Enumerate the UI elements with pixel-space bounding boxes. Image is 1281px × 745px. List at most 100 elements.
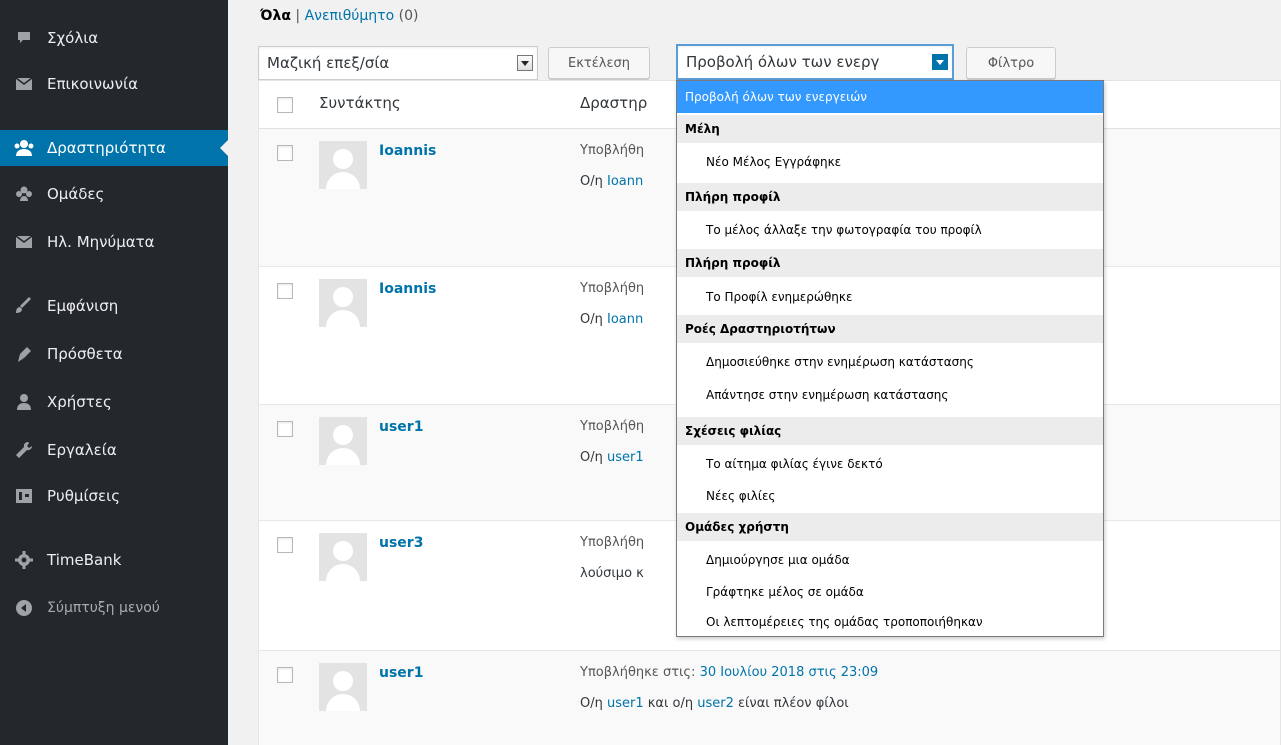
author-link[interactable]: Ioannis <box>379 281 436 297</box>
collapse-menu-button[interactable]: Σύμπτυξη μενού <box>0 590 228 626</box>
filter-option-all[interactable]: Προβολή όλων των ενεργειών <box>677 81 1103 113</box>
sidebar-item-activity[interactable]: Δραστηριότητα <box>0 130 228 166</box>
filter-option[interactable]: Νέο Μέλος Εγγράφηκε <box>677 145 1103 178</box>
gear-icon <box>14 550 34 570</box>
user-link[interactable]: Ioann <box>607 312 643 327</box>
sidebar-item-label: Πρόσθετα <box>47 345 123 363</box>
avatar <box>319 417 367 465</box>
filter-option[interactable]: Δημοσιεύθηκε στην ενημέρωση κατάστασης <box>677 345 1103 378</box>
sidebar-item-label: Χρήστες <box>47 393 112 411</box>
row-checkbox[interactable] <box>277 537 293 553</box>
mail-icon <box>14 232 34 252</box>
activity-description: Ο/η user1 και ο/η user2 είναι πλέον φίλο… <box>580 696 849 711</box>
table-row: user1 Υποβλήθηκε στις: 30 Ιουλίου 2018 σ… <box>259 651 1280 745</box>
filter-option[interactable]: Το Προφίλ ενημερώθηκε <box>677 280 1103 313</box>
users-icon <box>14 392 34 412</box>
row-checkbox[interactable] <box>277 421 293 437</box>
filter-group-header: Μέλη <box>677 115 1103 143</box>
submitted-date: Υποβλήθη <box>580 419 645 434</box>
sidebar-item-label: Επικοινωνία <box>47 75 138 93</box>
envelope-icon <box>14 74 34 94</box>
sidebar-item-contact[interactable]: Επικοινωνία <box>0 66 228 102</box>
filter-option[interactable]: Το μέλος άλλαξε την φωτογραφία του προφί… <box>677 213 1103 246</box>
sidebar-item-label: Δραστηριότητα <box>47 139 166 157</box>
filter-option[interactable]: Νέες φιλίες <box>677 479 1103 512</box>
row-checkbox[interactable] <box>277 667 293 683</box>
sidebar-item-plugins[interactable]: Πρόσθετα <box>0 336 228 372</box>
bulk-action-value: Μαζική επεξ/σία <box>267 54 390 72</box>
collapse-icon <box>14 598 34 618</box>
author-link[interactable]: user3 <box>379 535 423 551</box>
filter-group-header: Ροές Δραστηριοτήτων <box>677 315 1103 343</box>
sidebar-item-label: Σχόλια <box>47 29 99 47</box>
select-all-checkbox[interactable] <box>277 97 293 113</box>
filter-group-header: Σχέσεις φιλίας <box>677 417 1103 445</box>
user-link[interactable]: user1 <box>607 696 644 711</box>
view-filters: Όλα | Ανεπιθύμητο (0) <box>260 8 418 24</box>
avatar <box>319 663 367 711</box>
sidebar-item-label: TimeBank <box>47 551 122 569</box>
sidebar-item-label: Σύμπτυξη μενού <box>47 600 160 616</box>
sidebar-item-users[interactable]: Χρήστες <box>0 384 228 420</box>
view-all-link[interactable]: Όλα <box>260 8 291 24</box>
filter-option[interactable]: Γράφτηκε μέλος σε ομάδα <box>677 575 1103 608</box>
author-link[interactable]: user1 <box>379 419 423 435</box>
avatar <box>319 533 367 581</box>
settings-icon <box>14 486 34 506</box>
filter-option[interactable]: Οι λεπτομέρειες της ομάδας τροποποιήθηκα… <box>677 605 1103 638</box>
activity-description: λούσιμο κ <box>580 566 644 581</box>
groups-icon <box>14 184 34 204</box>
filter-option[interactable]: Απάντησε στην ενημέρωση κατάστασης <box>677 378 1103 411</box>
apply-button[interactable]: Εκτέλεση <box>548 47 650 79</box>
chevron-down-icon <box>517 55 533 71</box>
sidebar-item-label: Εμφάνιση <box>47 297 119 315</box>
activity-filter-select[interactable]: Προβολή όλων των ενεργ <box>676 44 954 80</box>
sidebar-item-label: Ηλ. Μηνύματα <box>47 233 155 251</box>
sidebar-item-appearance[interactable]: Εμφάνιση <box>0 288 228 324</box>
wrench-icon <box>14 440 34 460</box>
comment-icon <box>14 28 34 48</box>
filter-option[interactable]: Το αίτημα φιλίας έγινε δεκτό <box>677 447 1103 480</box>
filter-option[interactable]: Δημιούργησε μια ομάδα <box>677 543 1103 576</box>
paintbrush-icon <box>14 296 34 316</box>
sidebar-item-label: Εργαλεία <box>47 441 117 459</box>
chevron-down-icon <box>932 54 948 70</box>
submitted-date: Υποβλήθη <box>580 535 645 550</box>
avatar <box>319 141 367 189</box>
submitted-date: Υποβλήθηκε στις: 30 Ιουλίου 2018 στις 23… <box>580 665 879 680</box>
activity-description: Ο/η Ioann <box>580 174 644 189</box>
sidebar-item-label: Ομάδες <box>47 185 105 203</box>
sidebar-item-groups[interactable]: Ομάδες <box>0 176 228 212</box>
view-separator: | <box>295 8 301 24</box>
sidebar-item-comments[interactable]: Σχόλια <box>0 20 228 56</box>
sidebar-item-messages[interactable]: Ηλ. Μηνύματα <box>0 224 228 260</box>
sidebar-item-settings[interactable]: Ρυθμίσεις <box>0 478 228 514</box>
filter-group-header: Ομάδες χρήστη <box>677 513 1103 541</box>
row-checkbox[interactable] <box>277 145 293 161</box>
activity-description: Ο/η Ioann <box>580 312 644 327</box>
sidebar-item-timebank[interactable]: TimeBank <box>0 542 228 578</box>
user-link[interactable]: Ioann <box>607 174 643 189</box>
user-link[interactable]: user1 <box>607 450 644 465</box>
filter-group-header: Πλήρη προφίλ <box>677 249 1103 277</box>
plugin-icon <box>14 344 34 364</box>
author-link[interactable]: Ioannis <box>379 143 436 159</box>
column-header-activity[interactable]: Δραστηρ <box>580 94 647 112</box>
permalink-date-link[interactable]: 30 Ιουλίου 2018 στις 23:09 <box>700 665 879 680</box>
bulk-action-select[interactable]: Μαζική επεξ/σία <box>258 46 538 80</box>
activity-filter-value: Προβολή όλων των ενεργ <box>686 53 880 71</box>
column-header-author[interactable]: Συντάκτης <box>319 94 401 112</box>
filter-button[interactable]: Φίλτρο <box>966 47 1056 79</box>
sidebar-item-label: Ρυθμίσεις <box>47 487 121 505</box>
admin-sidebar: Σχόλια Επικοινωνία Δραστηριότητα Ομάδες … <box>0 0 228 745</box>
author-link[interactable]: user1 <box>379 665 423 681</box>
row-checkbox[interactable] <box>277 283 293 299</box>
filter-group-header: Πλήρη προφίλ <box>677 183 1103 211</box>
view-spam-link[interactable]: Ανεπιθύμητο <box>305 8 395 24</box>
activity-filter-dropdown: Προβολή όλων των ενεργειών Μέλη Νέο Μέλο… <box>676 80 1104 637</box>
activity-description: Ο/η user1 <box>580 450 644 465</box>
avatar <box>319 279 367 327</box>
sidebar-item-tools[interactable]: Εργαλεία <box>0 432 228 468</box>
activity-icon <box>14 138 34 158</box>
user-link[interactable]: user2 <box>697 696 734 711</box>
